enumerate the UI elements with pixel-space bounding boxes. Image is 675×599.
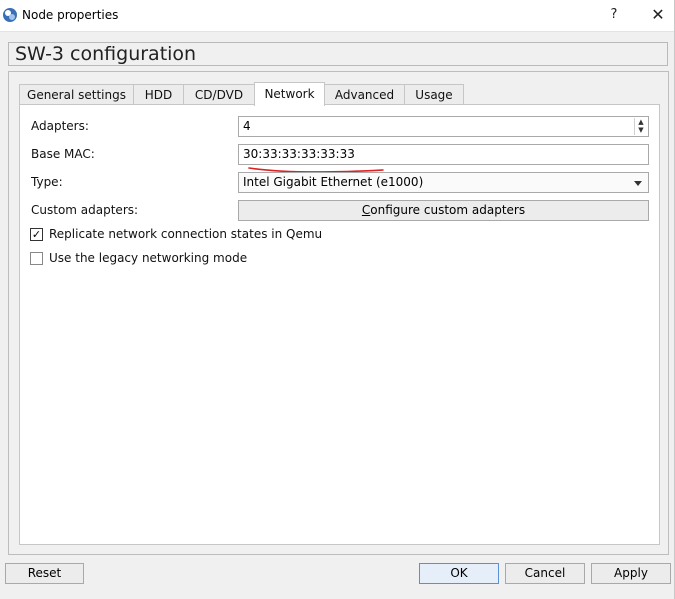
tab-usage[interactable]: Usage — [404, 84, 464, 105]
legacy-mode-checkbox[interactable] — [30, 252, 43, 265]
adapters-label: Adapters: — [31, 119, 89, 133]
chevron-down-icon[interactable] — [634, 181, 642, 186]
close-button[interactable]: ✕ — [644, 4, 672, 26]
base-mac-input[interactable]: 30:33:33:33:33:33 — [238, 144, 649, 165]
base-mac-value: 30:33:33:33:33:33 — [243, 147, 355, 161]
configure-label-rest: onfigure custom adapters — [370, 203, 526, 217]
legacy-mode-label: Use the legacy networking mode — [49, 251, 248, 265]
tab-general-settings[interactable]: General settings — [19, 84, 134, 105]
adapters-value: 4 — [243, 119, 251, 133]
base-mac-label: Base MAC: — [31, 147, 95, 161]
configure-custom-adapters-button[interactable]: Configure custom adapters — [238, 200, 649, 221]
legacy-mode-row[interactable]: Use the legacy networking mode — [30, 251, 290, 267]
adapters-spinbox[interactable]: 4 ▲ ▼ — [238, 116, 649, 137]
tab-advanced[interactable]: Advanced — [324, 84, 405, 105]
replicate-states-label: Replicate network connection states in Q… — [49, 227, 323, 241]
type-value: Intel Gigabit Ethernet (e1000) — [243, 175, 424, 189]
replicate-states-checkbox[interactable]: ✓ — [30, 228, 43, 241]
tab-network[interactable]: Network — [254, 82, 325, 106]
window-title: Node properties — [22, 8, 119, 22]
tab-cd-dvd[interactable]: CD/DVD — [183, 84, 255, 105]
ok-button[interactable]: OK — [419, 563, 499, 584]
help-button[interactable]: ? — [600, 4, 628, 26]
reset-button[interactable]: Reset — [5, 563, 84, 584]
gns3-app-icon — [3, 8, 17, 22]
replicate-states-row[interactable]: ✓ Replicate network connection states in… — [30, 227, 330, 243]
node-properties-dialog: Node properties ? ✕ SW-3 configuration G… — [0, 0, 675, 599]
cancel-button[interactable]: Cancel — [505, 563, 585, 584]
config-title: SW-3 configuration — [8, 42, 668, 66]
tab-hdd[interactable]: HDD — [133, 84, 184, 105]
spin-up-icon[interactable]: ▲ — [635, 118, 647, 126]
spin-down-icon[interactable]: ▼ — [635, 126, 647, 134]
apply-button[interactable]: Apply — [591, 563, 671, 584]
title-bar[interactable]: Node properties ? ✕ — [0, 0, 674, 32]
custom-adapters-label: Custom adapters: — [31, 203, 139, 217]
type-combobox[interactable]: Intel Gigabit Ethernet (e1000) — [238, 172, 649, 193]
type-label: Type: — [31, 175, 63, 189]
spin-arrows[interactable]: ▲ ▼ — [634, 118, 647, 135]
